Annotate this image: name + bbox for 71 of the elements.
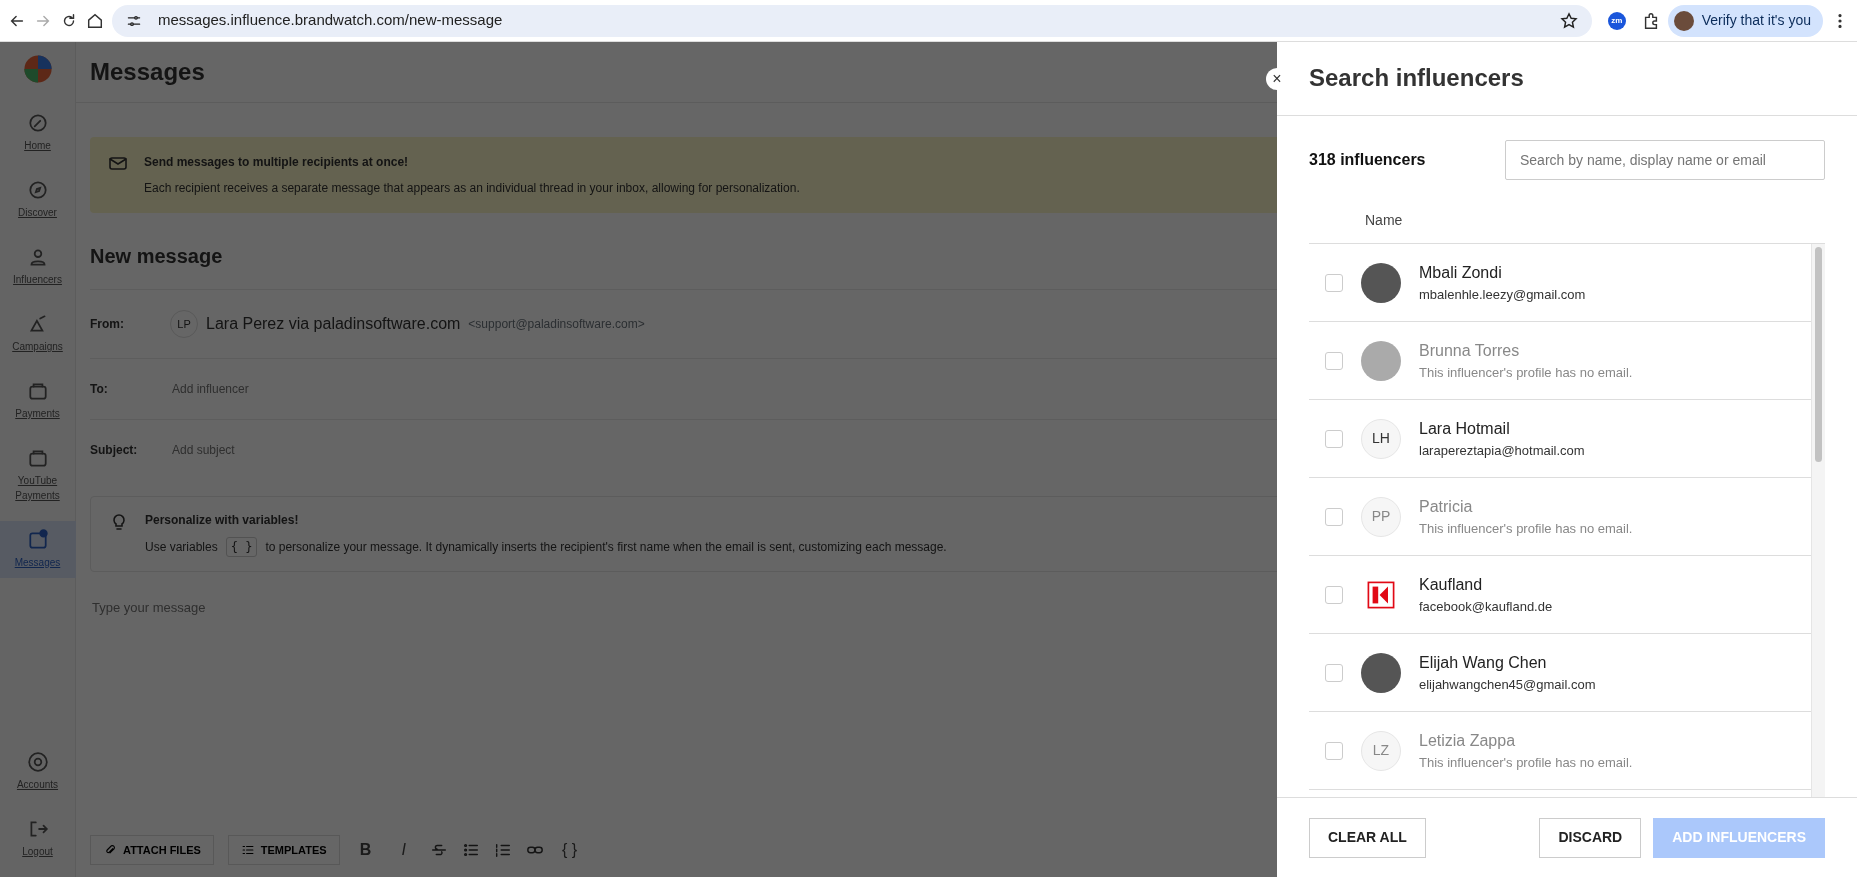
sidebar-item[interactable]: Influencers bbox=[0, 238, 76, 295]
sidebar-item[interactable]: Home bbox=[0, 104, 76, 161]
checkbox[interactable] bbox=[1325, 585, 1343, 604]
result-count: 318 influencers bbox=[1309, 150, 1426, 170]
sidebar-item[interactable]: Accounts bbox=[0, 743, 76, 800]
home-icon[interactable] bbox=[86, 11, 104, 30]
column-header: Name bbox=[1309, 180, 1825, 244]
search-field[interactable]: Search by name, display name or email bbox=[1505, 140, 1825, 180]
influencer-name: Lara Hotmail bbox=[1419, 418, 1511, 439]
no-email-note: This influencer's profile has no email. bbox=[1419, 519, 1633, 538]
influencer-row[interactable]: Kaufland facebook@kaufland.de bbox=[1309, 556, 1811, 634]
star-icon[interactable] bbox=[1559, 11, 1578, 30]
influencer-name: Patricia bbox=[1419, 496, 1474, 517]
sidebar-item[interactable]: Logout bbox=[0, 810, 76, 867]
profile-button[interactable]: Verify that it's you bbox=[1667, 4, 1823, 37]
italic-button[interactable]: I bbox=[391, 837, 416, 862]
sender-address: <support@paladinsoftware.com> bbox=[468, 316, 645, 333]
compose-title: New message bbox=[90, 244, 224, 269]
variable-chip: { } bbox=[225, 537, 258, 557]
photo-placeholder bbox=[1361, 262, 1401, 303]
influencer-row[interactable]: LH Lara Hotmail larapereztapia@hotmail.com bbox=[1309, 400, 1811, 478]
influencer-email: larapereztapia@hotmail.com bbox=[1419, 441, 1585, 460]
checkbox[interactable] bbox=[1325, 663, 1343, 682]
influencer-email: mbalenhle.leezy@gmail.com bbox=[1419, 285, 1586, 304]
field-label: From: bbox=[90, 316, 125, 333]
compass-icon bbox=[26, 179, 49, 201]
tip-text: Use variables bbox=[145, 539, 218, 556]
avatar-initials: PP bbox=[1361, 496, 1401, 537]
panel-title: Search influencers bbox=[1309, 64, 1524, 93]
no-email-note: This influencer's profile has no email. bbox=[1419, 363, 1633, 382]
field-label: Subject: bbox=[90, 442, 139, 459]
influencer-name: Elijah Wang Chen bbox=[1419, 652, 1548, 673]
sidebar-item[interactable]: Messages bbox=[0, 521, 76, 578]
sidebar-item[interactable]: Payments bbox=[0, 372, 76, 429]
influencer-email: facebook@kaufland.de bbox=[1419, 597, 1553, 616]
influencer-name: Mbali Zondi bbox=[1419, 262, 1503, 283]
banner-title: Send messages to multiple recipients at once! bbox=[144, 154, 410, 171]
sidebar-item[interactable]: Campaigns bbox=[0, 305, 76, 362]
dial-icon bbox=[26, 112, 49, 134]
influencer-email: elijahwangchen45@gmail.com bbox=[1419, 675, 1596, 694]
checkbox[interactable] bbox=[1325, 273, 1343, 292]
gear-icon bbox=[26, 751, 49, 773]
influencer-row[interactable]: Mbali Zondi mbalenhle.leezy@gmail.com bbox=[1309, 244, 1811, 322]
photo-placeholder bbox=[1361, 652, 1401, 693]
message-icon bbox=[26, 529, 49, 551]
clear-all-button[interactable]: CLEAR ALL bbox=[1309, 817, 1426, 858]
no-email-note: This influencer's profile has no email. bbox=[1419, 753, 1633, 772]
field-label: To: bbox=[90, 381, 109, 398]
variable-button[interactable]: { } bbox=[557, 837, 582, 862]
photo-placeholder bbox=[1361, 340, 1401, 381]
tip-title: Personalize with variables! bbox=[145, 512, 300, 529]
checkbox[interactable] bbox=[1325, 429, 1343, 448]
influencer-name: Letizia Zappa bbox=[1419, 730, 1517, 751]
scrollbar[interactable] bbox=[1811, 244, 1825, 797]
logo-icon bbox=[1367, 580, 1395, 609]
templates-button[interactable]: TEMPLATES bbox=[227, 834, 340, 865]
influencer-name: Kaufland bbox=[1419, 574, 1484, 595]
sidebar-item[interactable]: YouTube Payments bbox=[0, 439, 76, 511]
discard-button[interactable]: DISCARD bbox=[1539, 817, 1642, 858]
bold-button[interactable]: B bbox=[353, 837, 378, 862]
tip-text: to personalize your message. It dynamically inserts the recipient's first name when the email is sent, customizing each message. bbox=[265, 539, 947, 556]
sender-name: Lara Perez via paladinsoftware.com bbox=[206, 314, 461, 334]
banner-text: Each recipient receives a separate message that appears as an individual thread in your inbox, allowing for personalization. bbox=[144, 180, 800, 197]
influencer-row[interactable]: Elijah Wang Chen elijahwangchen45@gmail.com bbox=[1309, 634, 1811, 712]
sidebar-item[interactable]: Discover bbox=[0, 171, 76, 228]
avatar-initials: LZ bbox=[1361, 730, 1401, 771]
avatar-initials: LH bbox=[1361, 418, 1401, 459]
influencer-name: Brunna Torres bbox=[1419, 340, 1521, 361]
avatar-circle bbox=[1673, 10, 1694, 31]
extension-icon[interactable]: zm bbox=[1607, 11, 1626, 30]
attach-files-button[interactable]: ATTACH FILES bbox=[90, 834, 214, 865]
